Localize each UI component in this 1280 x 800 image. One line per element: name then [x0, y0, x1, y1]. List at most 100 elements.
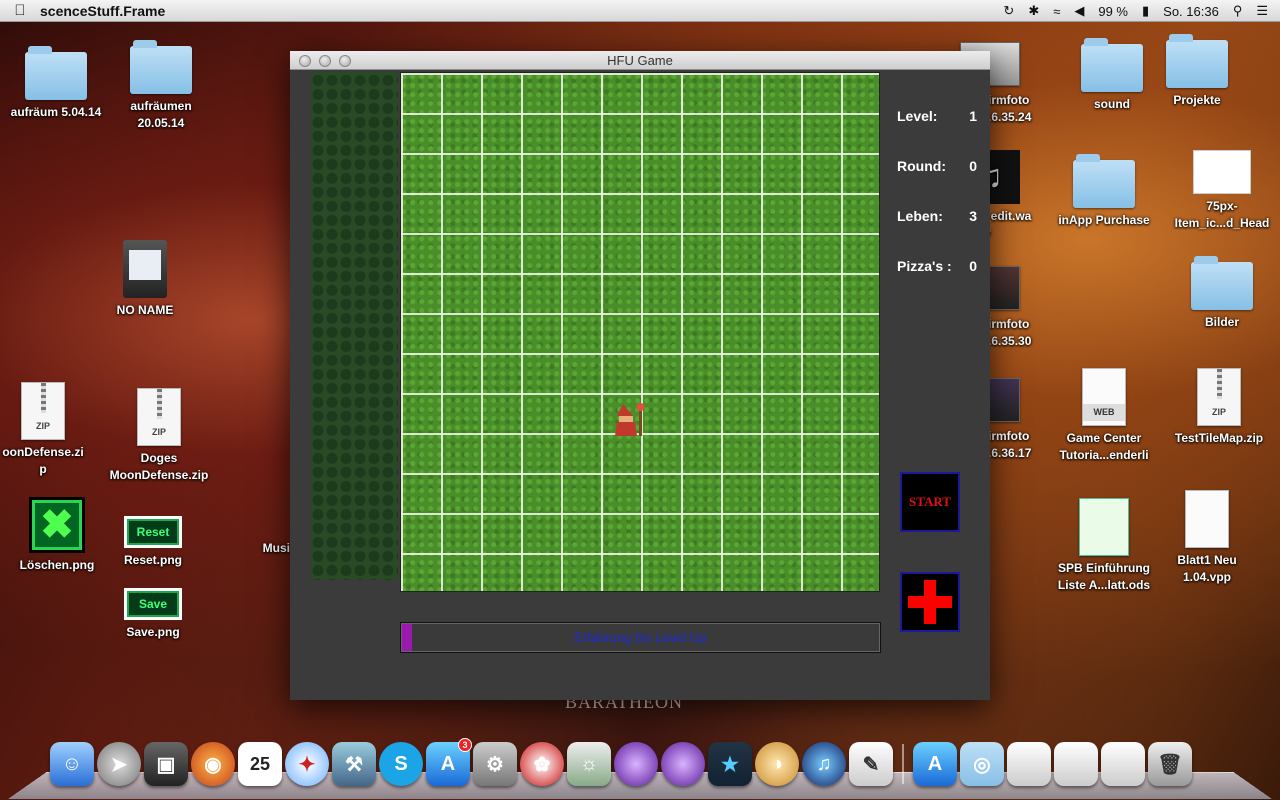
zoom-window-button[interactable] [339, 55, 351, 67]
round-label: Round: [897, 158, 946, 174]
desktop-file-doges-zip[interactable]: ZIP Doges MoonDefense.zip [99, 388, 219, 484]
pizza-value: 0 [969, 258, 977, 274]
desktop-icon-label: Musi [262, 541, 290, 555]
experience-progress-label: Erfahrung bis Level Up [574, 630, 707, 645]
game-window: HFU Game Level: 1 Round: 0 Leben: 3 Pizz… [290, 51, 990, 700]
wifi-icon[interactable]: ≈ [1053, 4, 1060, 19]
zip-file-icon: ZIP [1197, 368, 1241, 426]
desktop-icon-label: Game Center Tutoria...enderli [1059, 431, 1149, 462]
app-menu[interactable]: scenceStuff.Frame [40, 3, 165, 19]
volume-icon[interactable]: ◀ [1074, 3, 1084, 19]
photo-booth-icon[interactable]: ▣ [144, 742, 188, 786]
window-controls [299, 55, 351, 67]
calendar-day: 25 [249, 753, 271, 774]
battery-icon[interactable]: ▮ [1142, 3, 1149, 19]
reset-image-thumbnail: Reset [124, 516, 182, 548]
purple-sphere-icon-2[interactable] [661, 742, 705, 786]
red-app-icon[interactable]: ✿ [520, 742, 564, 786]
pizza-label: Pizza's : [897, 258, 952, 274]
web-tag: WEB [1083, 404, 1125, 421]
satellite-app-icon[interactable]: ☼ [567, 742, 611, 786]
window-titlebar[interactable]: HFU Game [290, 51, 990, 70]
desktop-icon-label: aufräumen 20.05.14 [130, 99, 192, 130]
clock[interactable]: So. 16:36 [1163, 4, 1219, 19]
wizard-character-icon[interactable] [613, 402, 647, 438]
preview-icon[interactable]: ✎ [849, 742, 893, 786]
folder-icon [1191, 256, 1253, 310]
red-cross-icon [908, 580, 952, 624]
save-image-thumbnail: Save [124, 588, 182, 620]
desktop-item-musi[interactable]: Musi [230, 540, 290, 557]
zip-tag: ZIP [151, 427, 166, 437]
desktop-icon-label: Projekte [1173, 93, 1221, 107]
dock-items: ☺ ➤ ▣ ◉ 25 ✦ ⚒ S A3 ⚙ ✿ ☼ ★ ◑ ♫ ✎ A ◎ 🗑 [50, 738, 1192, 786]
desktop-file-reset-png[interactable]: Reset Reset.png [93, 516, 213, 569]
leben-row: Leben: 3 [897, 208, 977, 258]
desktop-folder-projekte[interactable]: Projekte [1137, 34, 1257, 109]
desktop-icon-label: Bilder [1204, 315, 1239, 329]
desktop-folder-aufraeumen[interactable]: aufräumen 20.05.14 [101, 40, 221, 132]
desktop-icon-label: Reset.png [123, 553, 182, 567]
desktop-icon-label: SPB Einführung Liste A...latt.ods [1057, 561, 1151, 592]
stats-panel: Level: 1 Round: 0 Leben: 3 Pizza's : 0 [897, 108, 977, 308]
folder-icon [1081, 38, 1143, 92]
desktop-icon-label: Save.png [126, 625, 180, 639]
game-app-icon[interactable]: ★ [708, 742, 752, 786]
desktop-folder-bilder[interactable]: Bilder [1162, 256, 1280, 331]
applications-stack-icon[interactable]: A [913, 742, 957, 786]
game-grid[interactable] [400, 72, 880, 592]
spreadsheet-icon [1079, 498, 1129, 556]
desktop-file-save-png[interactable]: Save Save.png [93, 588, 213, 641]
desktop-icon-label: TestTileMap.zip [1174, 431, 1264, 445]
desktop-file-item-head[interactable]: 75px- Item_ic...d_Head [1162, 150, 1280, 232]
desktop-file-spb-einfuehrung-ods[interactable]: SPB Einführung Liste A...latt.ods [1044, 498, 1164, 594]
desktop-folder-inapp-purchase[interactable]: inApp Purchase [1044, 154, 1164, 229]
calendar-icon[interactable]: 25 [238, 742, 282, 786]
xcode-icon[interactable]: ⚒ [332, 742, 376, 786]
add-tower-button[interactable] [900, 572, 960, 632]
desktop-icon-label: Blatt1 Neu 1.04.vpp [1177, 553, 1237, 584]
minimize-window-button[interactable] [319, 55, 331, 67]
leben-value: 3 [969, 208, 977, 224]
documents-folder-icon[interactable]: ◎ [960, 742, 1004, 786]
desktop-file-testtilemap-zip[interactable]: ZIP TestTileMap.zip [1159, 368, 1279, 447]
launchpad-icon[interactable]: ➤ [97, 742, 141, 786]
folder-icon [25, 46, 87, 100]
battery-status[interactable]: 99 % [1098, 4, 1128, 19]
purple-sphere-icon[interactable] [614, 742, 658, 786]
level-label: Level: [897, 108, 938, 124]
safari-icon[interactable]: ✦ [285, 742, 329, 786]
app-store-icon[interactable]: A3 [426, 738, 472, 786]
window-title: HFU Game [607, 53, 673, 68]
image-thumbnail [1193, 150, 1251, 194]
desktop-drive-no-name[interactable]: NO NAME [85, 240, 205, 319]
document-stack-icon-2[interactable] [1054, 742, 1098, 786]
close-window-button[interactable] [299, 55, 311, 67]
document-stack-icon-3[interactable] [1101, 742, 1145, 786]
skype-icon[interactable]: S [379, 742, 423, 786]
notification-center-icon[interactable]: ☰ [1256, 3, 1268, 19]
trash-icon[interactable]: 🗑 [1148, 742, 1192, 786]
itunes-icon[interactable]: ♫ [802, 742, 846, 786]
time-machine-icon[interactable]: ↻ [1003, 3, 1014, 19]
desktop-file-moondefense-zip[interactable]: ZIP oonDefense.zi p [0, 382, 103, 478]
spotlight-search-icon[interactable]: ⚲ [1233, 3, 1243, 19]
firefox-icon[interactable]: ◉ [191, 742, 235, 786]
desktop-file-game-center-tutorial[interactable]: WEB Game Center Tutoria...enderli [1044, 368, 1164, 464]
dock-separator [902, 744, 904, 784]
desktop-file-blatt1-vpp[interactable]: Blatt1 Neu 1.04.vpp [1147, 490, 1267, 586]
zip-file-icon: ZIP [137, 388, 181, 446]
menu-bar:  scenceStuff.Frame ↻ ✱ ≈ ◀ 99 % ▮ So. 1… [0, 0, 1280, 22]
desktop-folder-aufraeum[interactable]: aufräum 5.04.14 [0, 46, 116, 121]
desktop-icon-label: oonDefense.zi p [2, 445, 84, 476]
level-row: Level: 1 [897, 108, 977, 158]
dock: ☺ ➤ ▣ ◉ 25 ✦ ⚒ S A3 ⚙ ✿ ☼ ★ ◑ ♫ ✎ A ◎ 🗑 [7, 738, 1273, 800]
document-stack-icon[interactable] [1007, 742, 1051, 786]
finder-icon[interactable]: ☺ [50, 742, 94, 786]
bluetooth-icon[interactable]: ✱ [1028, 3, 1039, 19]
paint-palette-icon[interactable]: ◑ [755, 742, 799, 786]
start-button[interactable]: START [900, 472, 960, 532]
apple-menu-icon[interactable]:  [0, 2, 40, 19]
pizza-row: Pizza's : 0 [897, 258, 977, 308]
system-preferences-icon[interactable]: ⚙ [473, 742, 517, 786]
